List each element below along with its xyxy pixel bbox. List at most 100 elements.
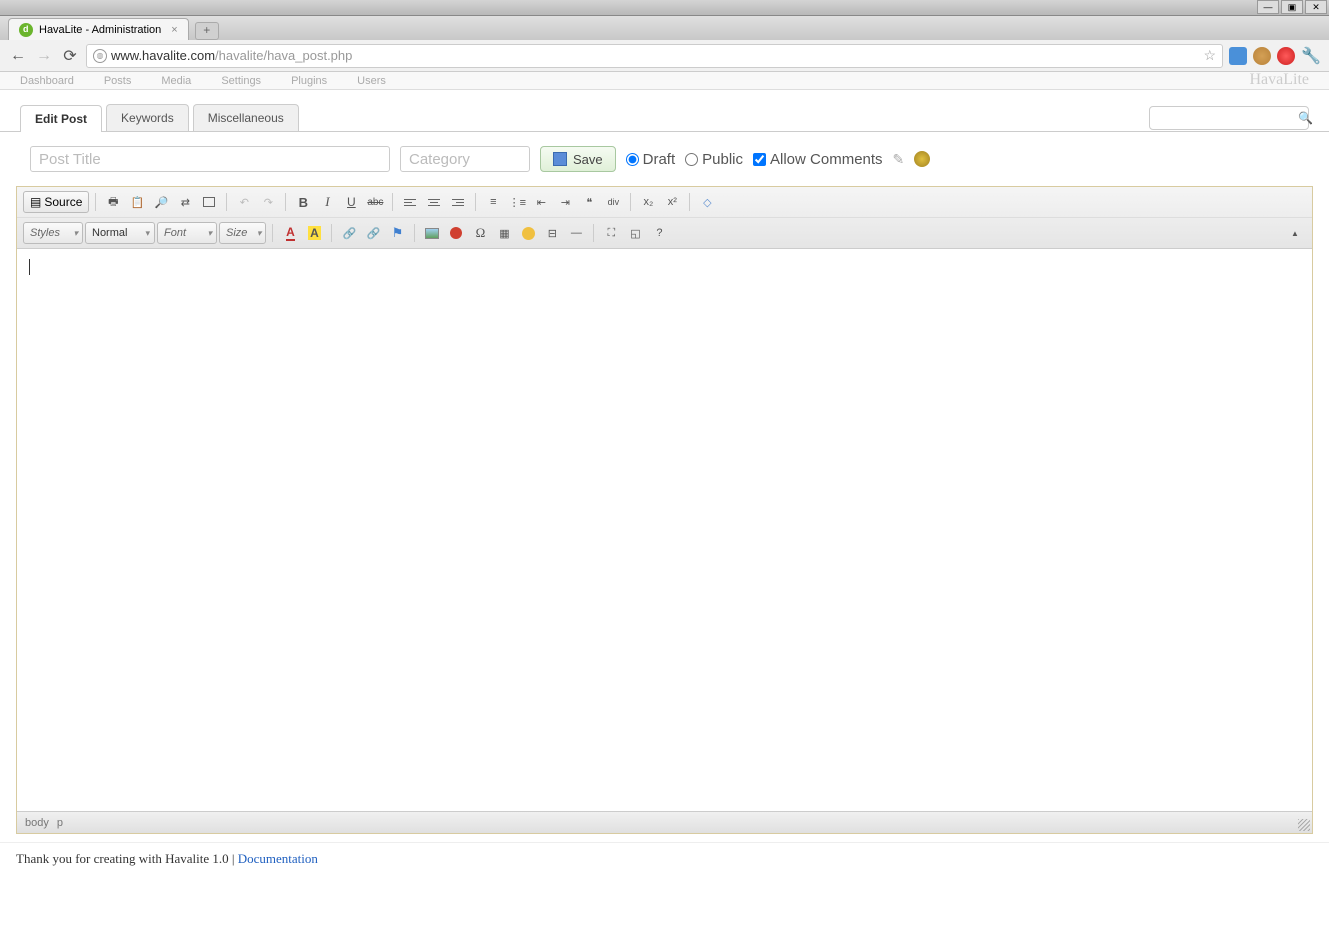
bold-icon[interactable]: B (292, 191, 314, 213)
search-box[interactable]: 🔍 (1149, 106, 1309, 130)
align-right-icon[interactable] (447, 191, 469, 213)
replace-icon[interactable]: ⇄ (174, 191, 196, 213)
italic-icon[interactable]: I (316, 191, 338, 213)
selectall-icon[interactable] (198, 191, 220, 213)
superscript-icon[interactable]: x² (661, 191, 683, 213)
elements-path-body[interactable]: body (25, 817, 49, 829)
page-tabs-row: Edit Post Keywords Miscellaneous 🔍 (0, 90, 1329, 132)
allow-comments-checkbox[interactable]: Allow Comments (753, 151, 883, 168)
nav-users[interactable]: Users (357, 75, 386, 87)
nav-posts[interactable]: Posts (104, 75, 132, 87)
hr-icon[interactable]: — (565, 222, 587, 244)
tab-title: HavaLite - Administration (39, 24, 161, 36)
editor: ▤ Source 🖶 📋 🔎 ⇄ ↶ ↷ B I U abc ≡ ⋮≡ ⇤ (16, 186, 1313, 834)
source-button[interactable]: ▤ Source (23, 191, 89, 213)
paste-icon[interactable]: 📋 (126, 191, 148, 213)
text-color-icon[interactable]: A (279, 222, 301, 244)
documentation-link[interactable]: Documentation (238, 851, 318, 866)
nav-media[interactable]: Media (161, 75, 191, 87)
globe-icon: ◍ (93, 49, 107, 63)
undo-icon[interactable]: ↶ (233, 191, 255, 213)
browser-tab-bar: HavaLite - Administration × + (0, 16, 1329, 40)
url-text: www.havalite.com/havalite/hava_post.php (111, 48, 352, 63)
pagebreak-icon[interactable]: ⊟ (541, 222, 563, 244)
numbered-list-icon[interactable]: ≡ (482, 191, 504, 213)
bg-color-icon[interactable]: A (303, 222, 325, 244)
draft-radio[interactable]: Draft (626, 151, 676, 168)
anchor-icon[interactable]: ⚑ (386, 222, 408, 244)
tab-close-icon[interactable]: × (171, 24, 177, 36)
blockquote-icon[interactable]: ❝ (578, 191, 600, 213)
find-icon[interactable]: 🔎 (150, 191, 172, 213)
new-tab-button[interactable]: + (195, 22, 219, 40)
maximize-editor-icon[interactable]: ⛶ (600, 222, 622, 244)
size-dropdown[interactable]: Size (219, 222, 266, 244)
maximize-button[interactable]: ▣ (1281, 0, 1303, 14)
source-icon: ▤ (30, 195, 41, 209)
post-title-input[interactable] (30, 146, 390, 172)
favicon-icon (19, 23, 33, 37)
save-button[interactable]: Save (540, 146, 616, 172)
minimize-button[interactable]: — (1257, 0, 1279, 14)
extension-adblock-icon[interactable] (1277, 47, 1295, 65)
tab-edit-post[interactable]: Edit Post (20, 105, 102, 132)
tab-keywords[interactable]: Keywords (106, 104, 189, 131)
special-char-icon[interactable]: Ω (469, 222, 491, 244)
search-icon[interactable]: 🔍 (1298, 111, 1313, 125)
format-dropdown[interactable]: Normal (85, 222, 155, 244)
align-center-icon[interactable] (423, 191, 445, 213)
align-left-icon[interactable] (399, 191, 421, 213)
back-button[interactable]: ← (8, 46, 28, 66)
wrench-menu-icon[interactable]: 🔧 (1301, 46, 1321, 66)
preview-globe-icon[interactable] (914, 151, 930, 167)
post-form-row: Save Draft Public Allow Comments ✎ (0, 132, 1329, 186)
font-dropdown[interactable]: Font (157, 222, 217, 244)
indent-icon[interactable]: ⇥ (554, 191, 576, 213)
address-bar: ← → ⟳ ◍ www.havalite.com/havalite/hava_p… (0, 40, 1329, 72)
nav-plugins[interactable]: Plugins (291, 75, 327, 87)
nav-settings[interactable]: Settings (221, 75, 261, 87)
category-input[interactable] (400, 146, 530, 172)
underline-icon[interactable]: U (340, 191, 362, 213)
extension-icon[interactable] (1229, 47, 1247, 65)
public-radio[interactable]: Public (685, 151, 743, 168)
editor-content[interactable] (17, 249, 1312, 811)
editor-toolbar: ▤ Source 🖶 📋 🔎 ⇄ ↶ ↷ B I U abc ≡ ⋮≡ ⇤ (17, 187, 1312, 249)
collapse-toolbar-icon[interactable]: ▲ (1284, 222, 1306, 244)
table-icon[interactable]: ▦ (493, 222, 515, 244)
pencil-icon[interactable]: ✎ (893, 151, 905, 168)
image-icon[interactable] (421, 222, 443, 244)
url-input[interactable]: ◍ www.havalite.com/havalite/hava_post.ph… (86, 44, 1223, 68)
close-window-button[interactable]: ✕ (1305, 0, 1327, 14)
reload-button[interactable]: ⟳ (60, 46, 80, 66)
resize-grip-icon[interactable] (1298, 819, 1310, 831)
subscript-icon[interactable]: x₂ (637, 191, 659, 213)
tab-miscellaneous[interactable]: Miscellaneous (193, 104, 299, 131)
styles-dropdown[interactable]: Styles (23, 222, 83, 244)
link-icon[interactable]: 🔗 (338, 222, 360, 244)
div-icon[interactable]: div (602, 191, 624, 213)
editor-status-bar: body p (17, 811, 1312, 833)
flash-icon[interactable] (445, 222, 467, 244)
forward-button[interactable]: → (34, 46, 54, 66)
save-disk-icon (553, 152, 567, 166)
footer: Thank you for creating with Havalite 1.0… (0, 842, 1329, 875)
search-input[interactable] (1156, 112, 1298, 124)
elements-path-p[interactable]: p (57, 817, 63, 829)
remove-format-icon[interactable]: ◇ (696, 191, 718, 213)
show-blocks-icon[interactable]: ◱ (624, 222, 646, 244)
unlink-icon[interactable]: 🔗 (362, 222, 384, 244)
bookmark-star-icon[interactable]: ☆ (1204, 47, 1217, 64)
about-icon[interactable]: ? (648, 222, 670, 244)
brand-logo: HavaLite (1249, 71, 1309, 89)
strike-icon[interactable]: abc (364, 191, 386, 213)
bullet-list-icon[interactable]: ⋮≡ (506, 191, 528, 213)
print-icon[interactable]: 🖶 (102, 191, 124, 213)
outdent-icon[interactable]: ⇤ (530, 191, 552, 213)
redo-icon[interactable]: ↷ (257, 191, 279, 213)
nav-dashboard[interactable]: Dashboard (20, 75, 74, 87)
extension-cookie-icon[interactable] (1253, 47, 1271, 65)
smiley-icon[interactable] (517, 222, 539, 244)
admin-nav: Dashboard Posts Media Settings Plugins U… (0, 72, 1329, 90)
browser-tab[interactable]: HavaLite - Administration × (8, 18, 189, 40)
